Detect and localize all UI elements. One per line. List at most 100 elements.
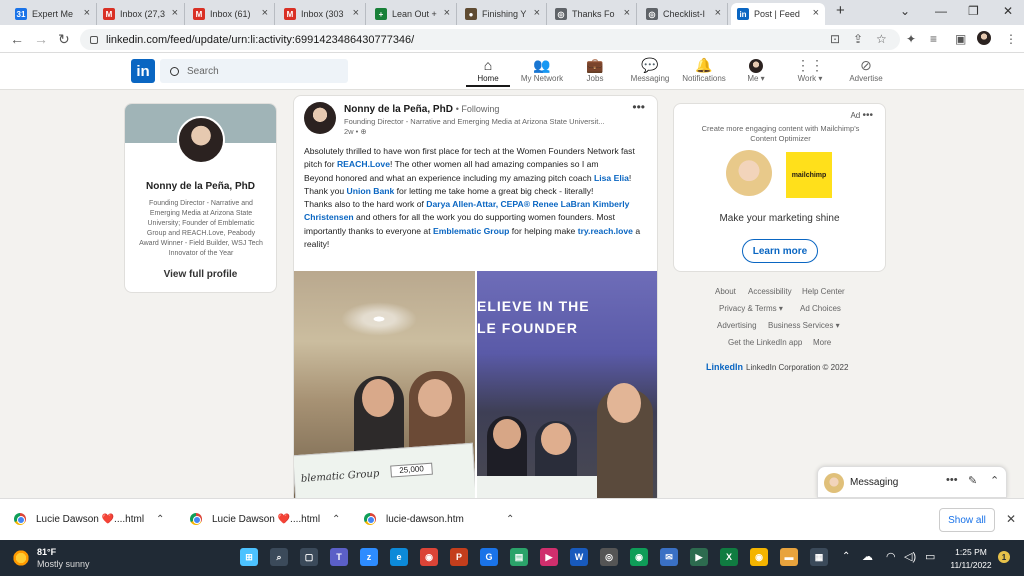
restore-icon[interactable]: ❐ [968,4,979,18]
close-tab-icon[interactable]: × [534,7,540,19]
reach-love-link[interactable]: REACH.Love [337,159,390,169]
camera-icon[interactable]: ◎ [600,548,618,566]
tab-3[interactable]: M Inbox (61) × [187,3,275,25]
chrome-icon[interactable]: ◉ [750,548,768,566]
tab-search-icon[interactable]: ⌄ [900,4,910,18]
side-panel-icon[interactable]: ▣ [955,32,966,46]
app-icon[interactable]: ✉ [660,548,678,566]
close-tab-icon[interactable]: × [715,7,721,19]
footer-link[interactable]: Get the LinkedIn app [728,338,802,347]
nav-me[interactable]: Me ▾ [726,56,786,83]
excel-icon[interactable]: X [720,548,738,566]
close-tab-icon[interactable]: × [624,7,630,19]
bookmark-star-icon[interactable]: ☆ [876,32,887,46]
search-input[interactable]: Search [160,59,348,83]
ad-more-button[interactable]: ••• [862,110,873,121]
tab-1[interactable]: 31 Expert Me × [9,3,97,25]
share-icon[interactable]: ⇪ [853,32,863,46]
back-icon[interactable]: ← [10,31,24,47]
extensions-icon[interactable]: ✦ [906,32,916,46]
download-item[interactable]: lucie-dawson.htm ⌃ [364,513,524,525]
footer-link[interactable]: Accessibility [748,287,792,296]
post-author-avatar[interactable] [304,102,336,134]
clock-time[interactable]: 1:25 PM [946,547,996,557]
chevron-up-icon[interactable]: ⌃ [506,514,514,525]
linkedin-logo[interactable]: in [131,59,155,83]
tab-5[interactable]: + Lean Out + × [369,3,457,25]
post-author-name[interactable]: Nonny de la Peña, PhD [344,104,453,115]
renee-link[interactable]: Renee LaBran [532,199,590,209]
close-tab-icon[interactable]: × [262,7,268,19]
compose-icon[interactable]: ✎ [968,474,977,487]
powerpoint-icon[interactable]: P [450,548,468,566]
weather-sun-icon[interactable] [12,549,30,567]
wifi-icon[interactable]: ◠ [886,550,896,563]
nav-advertise[interactable]: ⊘ Advertise [836,56,896,83]
profile-name[interactable]: Nonny de la Peña, PhD [125,181,276,192]
nav-work[interactable]: ⋮⋮ Work ▾ [780,56,840,83]
app-icon[interactable]: ▤ [510,548,528,566]
close-tab-icon[interactable]: × [172,7,178,19]
footer-link[interactable]: Help Center [802,287,845,296]
chevron-up-icon[interactable]: ⌃ [990,474,999,487]
try-reach-love-link[interactable]: try.reach.love [578,226,633,236]
learn-more-button[interactable]: Learn more [742,239,818,263]
clock-date[interactable]: 11/11/2022 [946,560,996,570]
new-tab-button[interactable]: + [836,2,845,19]
tab-8[interactable]: ◎ Checklist-I × [640,3,728,25]
footer-link[interactable]: Privacy & Terms ▾ [719,304,783,313]
forward-icon[interactable]: → [34,31,48,47]
post-more-button[interactable]: ••• [632,100,645,114]
nav-jobs[interactable]: 💼 Jobs [565,56,625,83]
weather-description[interactable]: Mostly sunny [37,559,90,569]
chrome-icon[interactable]: ◉ [420,548,438,566]
download-item[interactable]: Lucie Dawson ❤️....html ⌃ [14,513,174,525]
battery-icon[interactable]: ▭ [925,550,935,563]
profile-avatar-icon[interactable] [977,31,991,45]
nav-notifications[interactable]: 🔔 Notifications [674,56,734,83]
task-view-icon[interactable]: ▢ [300,548,318,566]
post-photo-left[interactable]: blematic Group 25,000 [294,271,475,504]
post-photo-right[interactable]: ELIEVE IN THE LE FOUNDER [477,271,657,504]
tab-4[interactable]: M Inbox (303 × [278,3,366,25]
messaging-bar[interactable]: Messaging ••• ✎ ⌃ [817,466,1007,498]
close-download-shelf-icon[interactable]: ✕ [1006,512,1016,526]
word-icon[interactable]: W [570,548,588,566]
notification-badge[interactable]: 1 [998,551,1010,563]
footer-link[interactable]: Advertising [717,321,757,330]
teams-icon[interactable]: T [330,548,348,566]
google-lens-icon[interactable]: ⊡ [830,32,840,46]
windows-start-icon[interactable]: ⊞ [240,548,258,566]
url-field[interactable]: linkedin.com/feed/update/urn:li:activity… [80,29,900,50]
show-all-button[interactable]: Show all [939,508,995,532]
tab-2[interactable]: M Inbox (27,3 × [97,3,185,25]
chrome-icon[interactable]: ◉ [630,548,648,566]
tab-6[interactable]: ● Finishing Y × [459,3,547,25]
app-icon[interactable]: G [480,548,498,566]
tray-chevron-up-icon[interactable]: ⌃ [842,551,850,562]
zoom-icon[interactable]: z [360,548,378,566]
chevron-up-icon[interactable]: ⌃ [156,514,164,525]
footer-link[interactable]: About [715,287,736,296]
volume-icon[interactable]: ◁) [904,550,916,563]
reload-icon[interactable]: ↻ [58,31,70,48]
nav-messaging[interactable]: 💬 Messaging [620,56,680,83]
lisa-elia-link[interactable]: Lisa Elia [594,173,629,183]
messaging-more-button[interactable]: ••• [946,474,958,486]
app-icon[interactable]: ▶ [690,548,708,566]
view-full-profile-link[interactable]: View full profile [125,269,276,280]
close-window-icon[interactable]: ✕ [1003,4,1013,18]
media-queue-icon[interactable]: ≡ [930,32,937,46]
union-bank-link[interactable]: Union Bank [347,186,395,196]
footer-link[interactable]: More [813,338,831,347]
tab-9[interactable]: in Post | Feed × [731,3,825,25]
close-tab-icon[interactable]: × [444,7,450,19]
emblematic-link[interactable]: Emblematic Group [433,226,509,236]
tab-7[interactable]: ◎ Thanks Fo × [549,3,637,25]
edge-icon[interactable]: e [390,548,408,566]
app-icon[interactable]: ▶ [540,548,558,566]
onedrive-cloud-icon[interactable]: ☁ [862,550,873,563]
browser-menu-icon[interactable]: ⋮ [1005,32,1017,46]
nav-home[interactable]: ⌂ Home [458,56,518,87]
file-explorer-icon[interactable]: ▬ [780,548,798,566]
